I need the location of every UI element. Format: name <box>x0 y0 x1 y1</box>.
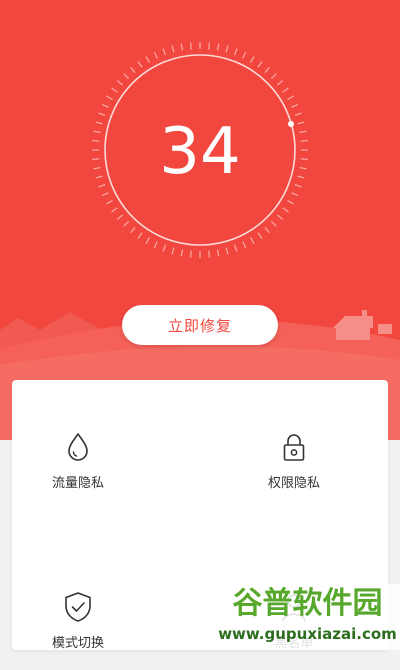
dial-tick <box>137 232 143 239</box>
dial-tick <box>208 250 211 258</box>
dial-tick <box>111 207 118 213</box>
dial-tick <box>249 237 255 244</box>
dial-tick <box>276 214 284 220</box>
dial-tick <box>106 199 113 205</box>
dial-tick <box>180 249 184 257</box>
feature-mode-switch[interactable]: 模式切换 <box>18 590 138 670</box>
dial-tick <box>123 220 130 227</box>
feature-traffic-privacy[interactable]: 流量隐私 <box>18 430 138 510</box>
dial-tick <box>101 192 109 197</box>
dial-tick <box>249 56 255 63</box>
dial-tick <box>180 43 184 51</box>
dial-tick <box>216 249 220 257</box>
feature-grid: 流量隐私 权限隐私 模式切换 黑名单 <box>12 380 388 651</box>
score-header: 34 立即修复 <box>0 0 400 440</box>
feature-label: 模式切换 <box>51 636 104 651</box>
dial-tick <box>111 87 118 93</box>
dial-tick <box>225 45 229 53</box>
dial-tick <box>137 61 143 68</box>
dial-tick <box>287 199 294 205</box>
dial-tick <box>208 42 211 50</box>
shield-check-icon <box>65 592 91 622</box>
feature-label: 流量隐私 <box>51 476 104 491</box>
dial-tick <box>216 43 220 51</box>
dial-tick <box>242 241 247 249</box>
dial-tick <box>101 103 109 108</box>
dial-tick <box>162 244 167 252</box>
dial-tick <box>123 73 130 80</box>
security-score: 34 <box>159 115 241 189</box>
dial-tick <box>130 66 136 74</box>
house-illustration <box>333 310 392 340</box>
feature-permission-privacy[interactable]: 权限隐私 <box>234 430 354 510</box>
dial-tick <box>287 95 294 101</box>
dial-tick <box>116 80 124 86</box>
dial-tick <box>264 66 270 74</box>
dial-tick <box>233 48 238 56</box>
feature-label: 权限隐私 <box>267 476 320 491</box>
dial-tick <box>270 73 277 80</box>
dial-tick <box>282 87 289 93</box>
dial-tick <box>162 48 167 56</box>
dial-tick <box>171 247 175 255</box>
dial-tick <box>233 244 238 252</box>
dial-tick <box>153 51 158 59</box>
dial-tick <box>106 95 113 101</box>
water-drop-icon <box>68 433 88 461</box>
dial-tick <box>291 192 299 197</box>
dial-tick <box>130 226 136 234</box>
padlock-icon <box>283 434 305 461</box>
dial-tick <box>242 51 247 59</box>
dial-tick <box>282 207 289 213</box>
person-icon <box>282 594 306 622</box>
dial-tick <box>145 56 151 63</box>
dial-tick <box>257 232 263 239</box>
dial-tick <box>257 61 263 68</box>
dial-tick <box>153 241 158 249</box>
dial-tick <box>145 237 151 244</box>
dial-tick <box>189 42 192 50</box>
dial-tick <box>116 214 124 220</box>
dial-tick <box>270 220 277 227</box>
dial-tick <box>264 226 270 234</box>
dial-tick <box>291 103 299 108</box>
feature-label: 黑名单 <box>274 636 314 651</box>
dial-tick <box>189 250 192 258</box>
dial-tick <box>276 80 284 86</box>
dial-tick <box>171 45 175 53</box>
dial-tick <box>225 247 229 255</box>
fix-now-button[interactable]: 立即修复 <box>122 305 278 345</box>
feature-blacklist[interactable]: 黑名单 <box>234 590 354 670</box>
